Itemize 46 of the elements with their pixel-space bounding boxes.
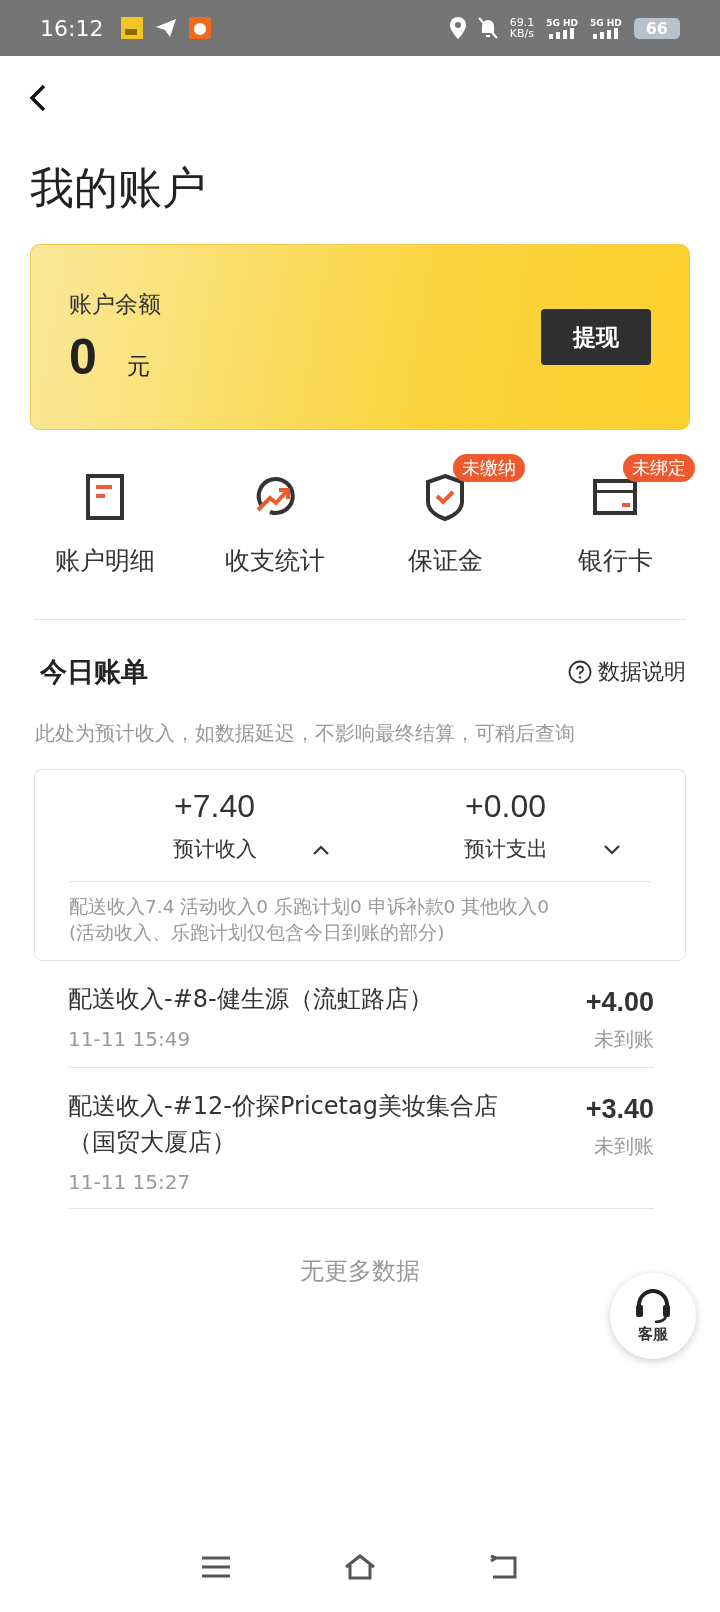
shortcut-label[interactable]: 银行卡: [577, 544, 653, 577]
location-icon: [449, 17, 466, 39]
currency-unit: 元: [126, 351, 150, 381]
customer-service-button[interactable]: 客服: [610, 1273, 696, 1359]
data-explanation-link[interactable]: 数据说明: [568, 657, 686, 687]
record-status: 未到账: [594, 1133, 654, 1160]
breakdown-text: 配送收入7.4 活动收入0 乐跑计划0 申诉补款0 其他收入0: [69, 895, 551, 919]
record-amount: +4.00: [585, 987, 654, 1018]
app-notification-icon: [121, 17, 144, 39]
notice-text: 此处为预计收入，如数据延迟，不影响最终结算，可稍后查询: [35, 720, 576, 747]
network-speed-unit: KB/s: [509, 28, 534, 39]
headset-icon: [633, 1288, 673, 1323]
network-type: 5G HD: [546, 17, 578, 28]
total-amount: +7.40: [174, 788, 255, 825]
signal-icon: [590, 27, 621, 39]
record-status: 未到账: [594, 1026, 654, 1053]
shortcut-label[interactable]: 账户明细: [55, 544, 155, 577]
help-icon: [568, 660, 592, 684]
record-time: 11-11 15:49: [68, 1027, 192, 1051]
withdraw-button[interactable]: 提现: [541, 309, 651, 365]
record-time: 11-11 15:27: [68, 1170, 192, 1194]
total-label: 预计支出: [463, 836, 548, 863]
status-badge: 未绑定: [623, 454, 695, 482]
network-speed: 69.1: [509, 17, 535, 28]
battery-level: 66: [633, 17, 680, 39]
shortcut-label[interactable]: 收支统计: [225, 544, 325, 577]
balance-amount: 0: [69, 327, 97, 386]
chevron-down-icon[interactable]: [601, 843, 623, 857]
end-of-list-text: 无更多数据: [299, 1256, 421, 1287]
shortcut-label[interactable]: 保证金: [407, 544, 483, 577]
section-title: 今日账单: [40, 655, 148, 689]
network-type: 5G HD: [589, 17, 622, 28]
balance-label: 账户余额: [69, 289, 161, 319]
record-title: 配送收入-#12-价探Pricetag美妆集合店（国贸大厦店）: [68, 1091, 499, 1158]
total-amount: +0.00: [465, 788, 546, 825]
home-icon[interactable]: [343, 1552, 377, 1582]
breakdown-text: (活动收入、乐跑计划仅包含今日到账的部分): [69, 921, 446, 945]
status-time: 16:12: [40, 15, 104, 41]
record-amount: +3.40: [585, 1094, 654, 1125]
paper-plane-icon: [155, 18, 178, 38]
status-badge: 未缴纳: [453, 454, 525, 482]
page-title: 我的账户: [30, 161, 207, 215]
total-label: 预计收入: [172, 836, 257, 863]
record-title: 配送收入-#8-健生源（流虹路店）: [68, 984, 434, 1015]
muted-bell-icon: [477, 17, 498, 39]
app-notification-icon: [189, 17, 212, 39]
